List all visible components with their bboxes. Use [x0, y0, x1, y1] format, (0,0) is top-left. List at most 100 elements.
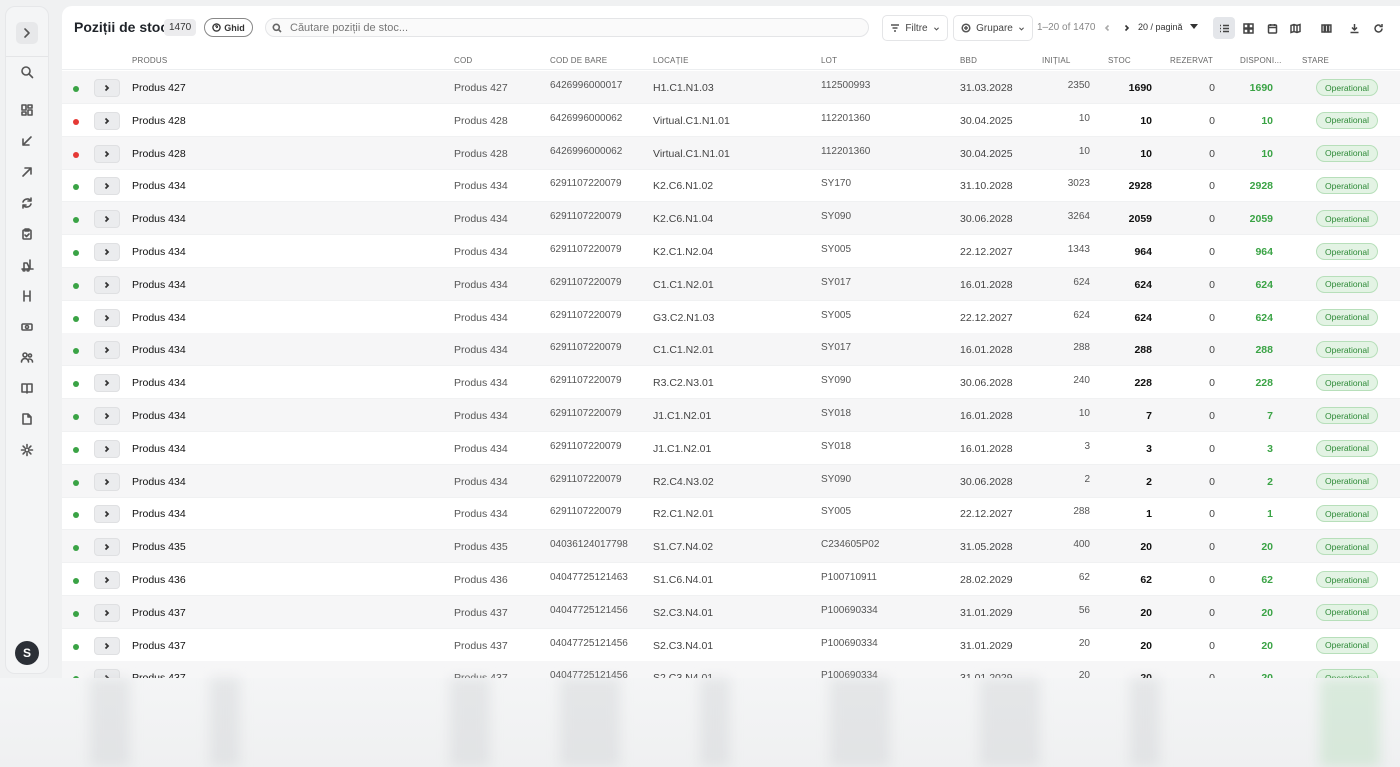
sidebar-search[interactable]	[16, 61, 38, 83]
expand-row-button[interactable]	[94, 341, 120, 360]
grid-view-button[interactable]	[1237, 17, 1259, 39]
expand-row-button[interactable]	[94, 210, 120, 229]
expand-row-button[interactable]	[94, 407, 120, 425]
table-row[interactable]: Produs 434 Produs 434 6291107220079 J1.C1.N…	[62, 432, 1400, 465]
expand-row-button[interactable]	[94, 472, 120, 491]
table-row[interactable]: Produs 427 Produs 427 6426996000017 H1.C1.N…	[62, 71, 1400, 104]
table-row[interactable]: Produs 434 Produs 434 6291107220079 K2.C6.N…	[62, 202, 1400, 236]
sidebar-item-users[interactable]	[16, 346, 38, 368]
expand-row-button[interactable]	[94, 603, 120, 622]
cell-produs[interactable]: Produs 435	[132, 541, 186, 553]
table-row[interactable]: Produs 434 Produs 434 6291107220079 R3.C2.N…	[62, 366, 1400, 400]
col-header-bbd[interactable]: BBD	[960, 56, 977, 65]
expand-row-button[interactable]	[94, 111, 120, 130]
cell-produs[interactable]: Produs 434	[132, 180, 186, 192]
map-view-button[interactable]	[1284, 17, 1306, 39]
cell-produs[interactable]: Produs 434	[132, 344, 186, 356]
col-header-produs[interactable]: PRODUS	[132, 56, 167, 65]
col-header-disponibil[interactable]: DISPONI...	[1240, 56, 1282, 65]
sidebar-item-receptions[interactable]	[16, 130, 38, 152]
cell-produs[interactable]: Produs 436	[132, 574, 186, 586]
expand-row-button[interactable]	[94, 144, 120, 163]
cell-produs[interactable]: Produs 434	[132, 213, 186, 225]
cell-produs[interactable]: Produs 428	[132, 148, 186, 160]
cell-produs[interactable]: Produs 434	[132, 443, 186, 455]
cell-produs[interactable]: Produs 434	[132, 410, 186, 422]
sidebar-item-picking[interactable]	[16, 254, 38, 276]
table-row[interactable]: Produs 428 Produs 428 6426996000062 Virtual…	[62, 104, 1400, 137]
col-header-cod[interactable]: COD	[454, 56, 472, 65]
table-row[interactable]: Produs 434 Produs 434 6291107220079 C1.C1.N…	[62, 333, 1400, 367]
calendar-view-button[interactable]	[1261, 17, 1283, 39]
sidebar-item-billing[interactable]	[16, 316, 38, 338]
sidebar-expand-button[interactable]	[16, 22, 38, 44]
sidebar-item-dashboard[interactable]	[16, 99, 38, 121]
col-header-stoc[interactable]: STOC	[1108, 56, 1131, 65]
table-row[interactable]: Produs 434 Produs 434 6291107220079 G3.C2.N…	[62, 301, 1400, 334]
cell-produs[interactable]: Produs 437	[132, 640, 186, 652]
col-header-rezervat[interactable]: REZERVAT	[1170, 56, 1213, 65]
table-row[interactable]: Produs 437Produs 43704047725121456S2.C3.…	[62, 629, 1400, 662]
cell-produs[interactable]: Produs 434	[132, 476, 186, 488]
map-icon	[1289, 22, 1301, 34]
download-button[interactable]	[1343, 17, 1365, 39]
sidebar-item-settings[interactable]	[16, 439, 38, 461]
next-page-button[interactable]	[1121, 22, 1133, 34]
table-row[interactable]: Produs 434 Produs 434 6291107220079 J1.C1.N…	[62, 399, 1400, 432]
guide-button[interactable]: Ghid	[204, 18, 253, 37]
table-row[interactable]: Produs 434 Produs 434 6291107220079 K2.C1.N…	[62, 235, 1400, 268]
col-header-stare[interactable]: STARE	[1302, 56, 1329, 65]
cell-produs[interactable]: Produs 434	[132, 508, 186, 520]
expand-row-button[interactable]	[94, 439, 120, 458]
sidebar-item-shipments[interactable]	[16, 161, 38, 183]
table-row[interactable]: Produs 437Produs 43704047725121456S2.C3.…	[62, 595, 1400, 629]
table-row[interactable]: Produs 436 Produs 436 04047725121463 S1.C6.…	[62, 563, 1400, 596]
sidebar-item-transfers[interactable]	[16, 192, 38, 214]
search-input[interactable]	[290, 21, 850, 34]
columns-button[interactable]	[1315, 17, 1337, 39]
refresh-button[interactable]	[1367, 17, 1389, 39]
expand-row-button[interactable]	[94, 374, 120, 393]
cell-produs[interactable]: Produs 437	[132, 607, 186, 619]
expand-row-button[interactable]	[94, 636, 120, 655]
expand-row-button[interactable]	[94, 243, 120, 261]
group-button[interactable]: Grupare	[953, 15, 1033, 41]
cell-produs[interactable]: Produs 434	[132, 377, 186, 389]
filters-button[interactable]: Filtre	[882, 15, 948, 41]
caret-down-icon[interactable]	[1190, 24, 1198, 29]
table-row[interactable]: Produs 434 Produs 434 6291107220079 R2.C1.N…	[62, 497, 1400, 531]
col-header-locatie[interactable]: LOCAȚIE	[653, 56, 689, 65]
table-row[interactable]: Produs 428 Produs 428 6426996000062 Virtual…	[62, 136, 1400, 170]
prev-page-button[interactable]	[1101, 22, 1113, 34]
table-row[interactable]: Produs 434 Produs 434 6291107220079 R2.C4.N…	[62, 464, 1400, 498]
expand-row-button[interactable]	[94, 505, 120, 524]
expand-row-button[interactable]	[94, 275, 120, 294]
money-icon	[21, 323, 33, 331]
sidebar-item-routes[interactable]	[16, 285, 38, 307]
sidebar-item-stock[interactable]	[16, 223, 38, 245]
cell-produs[interactable]: Produs 428	[132, 115, 186, 127]
table-row[interactable]: Produs 435 Produs 435 04036124017798 S1.C7.…	[62, 530, 1400, 564]
expand-row-button[interactable]	[94, 79, 120, 97]
table-row[interactable]: Produs 434 Produs 434 6291107220079 C1.C1.N…	[62, 267, 1400, 301]
table-row[interactable]: Produs 437Produs 43704047725121456S2.C3.…	[62, 661, 1400, 678]
user-avatar[interactable]: S	[15, 641, 39, 665]
cell-produs[interactable]: Produs 434	[132, 312, 186, 324]
list-view-button[interactable]	[1213, 17, 1235, 39]
cell-locatie: R3.C2.N3.01	[653, 377, 714, 390]
cell-produs[interactable]: Produs 427	[132, 82, 186, 94]
col-header-cod-bare[interactable]: COD DE BARE	[550, 56, 607, 65]
cell-produs[interactable]: Produs 434	[132, 246, 186, 258]
cell-produs[interactable]: Produs 434	[132, 279, 186, 291]
expand-row-button[interactable]	[94, 538, 120, 557]
table-row[interactable]: Produs 434 Produs 434 6291107220079 K2.C6.N…	[62, 169, 1400, 203]
expand-row-button[interactable]	[94, 177, 120, 196]
expand-row-button[interactable]	[94, 571, 120, 589]
sidebar-item-catalog[interactable]	[16, 377, 38, 399]
expand-row-button[interactable]	[94, 669, 120, 678]
col-header-initial[interactable]: INIȚIAL	[1042, 56, 1071, 65]
per-page-select[interactable]: 20 / pagină	[1138, 22, 1183, 32]
col-header-lot[interactable]: LOT	[821, 56, 837, 65]
expand-row-button[interactable]	[94, 308, 120, 327]
sidebar-item-documents[interactable]	[16, 408, 38, 430]
